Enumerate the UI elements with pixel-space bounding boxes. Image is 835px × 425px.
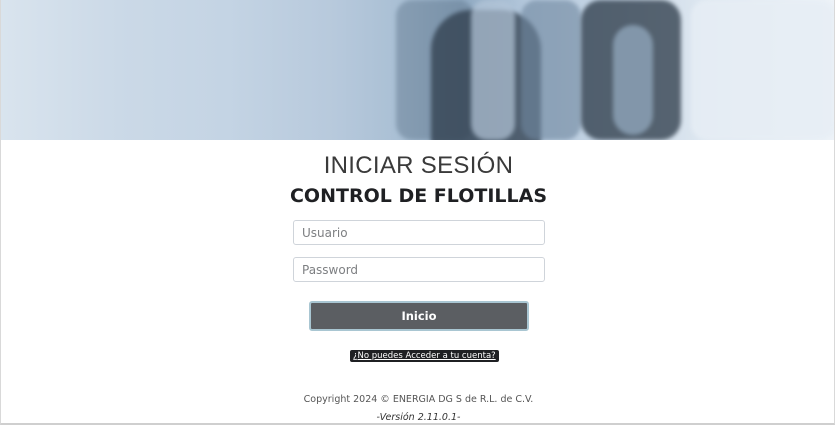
login-form-container: INICIAR SESIÓN CONTROL DE FLOTILLAS Inic… (1, 140, 834, 423)
password-input[interactable] (293, 257, 545, 282)
hero-banner-image (1, 0, 834, 140)
account-help-link[interactable]: ¿No puedes Acceder a tu cuenta? (350, 350, 499, 362)
page-title: INICIAR SESIÓN (323, 152, 514, 179)
login-button[interactable]: Inicio (309, 301, 529, 331)
login-page: INICIAR SESIÓN CONTROL DE FLOTILLAS Inic… (0, 0, 835, 425)
copyright-text: Copyright 2024 © ENERGIA DG S de R.L. de… (303, 394, 534, 405)
version-text: -Versión 2.11.0.1- (376, 412, 461, 423)
username-input[interactable] (293, 220, 545, 245)
app-subtitle: CONTROL DE FLOTILLAS (289, 185, 548, 207)
